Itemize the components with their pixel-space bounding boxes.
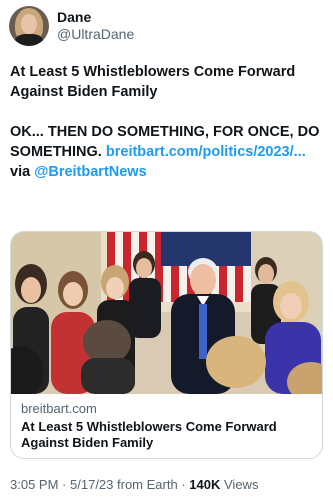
meta-separator: · (62, 477, 67, 492)
tweet-headline: At Least 5 Whistleblowers Come Forward A… (10, 64, 296, 100)
article-link[interactable]: breitbart.com/politics/2023/... (106, 144, 306, 160)
tweet-meta: 3:05 PM · 5/17/23 from Earth · 140K View… (10, 477, 258, 492)
tweet-date[interactable]: 5/17/23 (70, 477, 113, 492)
avatar[interactable] (9, 6, 49, 46)
tweet-text: At Least 5 Whistleblowers Come Forward A… (10, 62, 326, 182)
tweet-time[interactable]: 3:05 PM (10, 477, 58, 492)
author-display-name[interactable]: Dane (57, 9, 134, 26)
tweet-header: Dane @UltraDane (9, 6, 134, 46)
tweet-comment: OK... THEN DO SOMETHING, FOR ONCE, DO SO… (10, 122, 326, 182)
card-photo-illustration (11, 232, 322, 394)
via-account-link[interactable]: @BreitbartNews (34, 164, 146, 180)
avatar-face (21, 14, 37, 34)
views-count: 140K (189, 477, 221, 492)
meta-separator: · (181, 477, 186, 492)
via-text: via (10, 164, 31, 180)
card-image[interactable] (11, 232, 322, 394)
author-handle[interactable]: @UltraDane (57, 26, 134, 43)
tweet-source: from Earth (117, 477, 178, 492)
author-names: Dane @UltraDane (57, 9, 134, 43)
card-title: At Least 5 Whistleblowers Come Forward A… (21, 419, 277, 450)
avatar-body (15, 34, 43, 46)
card-meta: breitbart.com At Least 5 Whistleblowers … (11, 394, 322, 451)
card-domain: breitbart.com (21, 401, 97, 416)
views-label: Views (224, 477, 259, 492)
link-card[interactable]: breitbart.com At Least 5 Whistleblowers … (10, 231, 323, 459)
